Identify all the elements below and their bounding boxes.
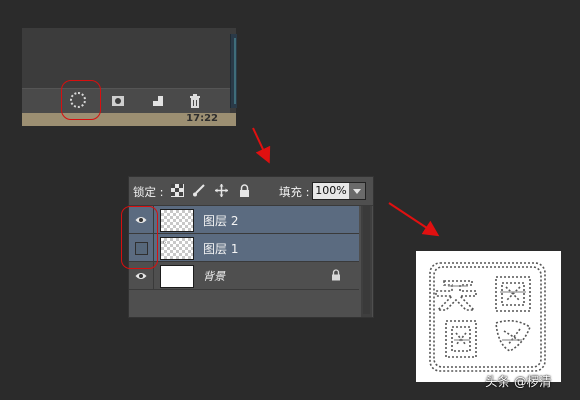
panel-scroll-edge xyxy=(230,34,237,108)
fill-label: 填充 : xyxy=(279,185,310,199)
document-status-strip: 17:22 xyxy=(22,113,236,126)
lock-transparent-icon[interactable] xyxy=(171,184,184,197)
layer-thumbnail: ᵇ xyxy=(160,237,194,260)
marching-ants-selection xyxy=(429,262,546,372)
lock-all-icon[interactable] xyxy=(238,184,251,197)
lock-move-icon[interactable] xyxy=(215,184,228,197)
layer-row[interactable]: 背景 xyxy=(129,262,359,290)
selection-result-image xyxy=(416,251,561,382)
lock-toolbar: 锁定 : 填充 : 100% xyxy=(129,177,373,206)
highlight-box-selection-button xyxy=(61,80,101,120)
highlight-box-visibility xyxy=(121,206,158,269)
layer-name: 图层 2 xyxy=(203,214,239,228)
fill-input[interactable]: 100% xyxy=(312,182,350,200)
layer-content-mark: ᵇ xyxy=(163,240,166,248)
eye-icon[interactable] xyxy=(135,270,147,282)
channels-toolbar xyxy=(22,88,230,114)
layers-list: 图层 2 ᵇ 图层 1 背景 xyxy=(129,206,361,317)
layers-scrollbar[interactable] xyxy=(361,206,372,317)
layer-name: 图层 1 xyxy=(203,242,239,256)
lock-label: 锁定 : xyxy=(133,185,164,199)
lock-brush-icon[interactable] xyxy=(192,184,205,197)
lock-icon xyxy=(332,269,340,281)
fill-dropdown-icon[interactable] xyxy=(349,182,366,200)
status-time: 17:22 xyxy=(186,113,218,124)
layer-thumbnail xyxy=(160,209,194,232)
layer-name: 背景 xyxy=(203,270,225,283)
new-channel-icon[interactable] xyxy=(150,93,166,109)
mask-icon[interactable] xyxy=(110,93,126,109)
layer-row[interactable]: 图层 2 xyxy=(129,206,359,234)
trash-icon[interactable] xyxy=(187,93,203,109)
layers-panel: 锁定 : 填充 : 100% 图层 2 ᵇ 图层 1 背景 xyxy=(128,176,374,318)
watermark-text: 头条 @椤清 xyxy=(485,374,552,389)
layer-row[interactable]: ᵇ 图层 1 xyxy=(129,234,359,262)
layer-thumbnail xyxy=(160,265,194,288)
